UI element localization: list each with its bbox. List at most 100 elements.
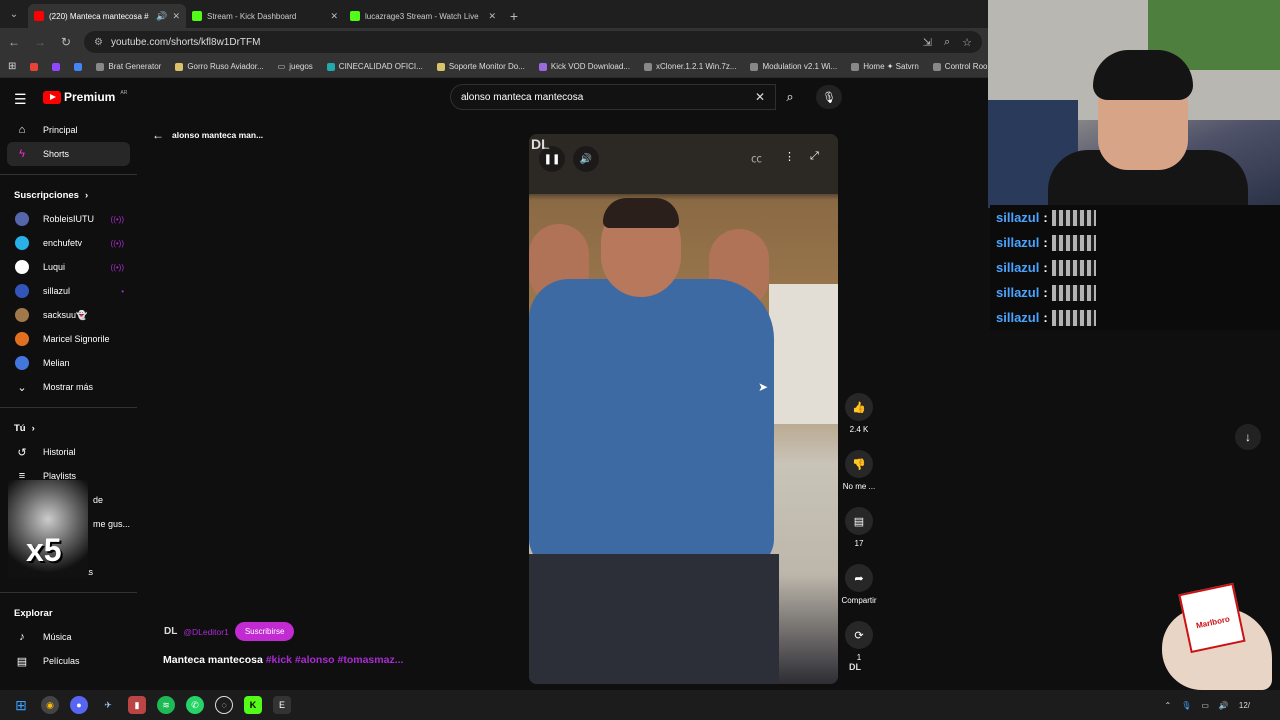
bookmark-item[interactable]: CINECALIDAD OFICI... — [326, 62, 423, 71]
comments-action[interactable]: ▤ 17 — [838, 507, 880, 548]
video-hashtags[interactable]: #kick #alonso #tomasmaz... — [266, 654, 404, 666]
site-info-icon[interactable]: ⚙ — [94, 37, 103, 48]
sidebar-subscription[interactable]: Maricel Signorile — [7, 327, 130, 351]
sidebar-subscription[interactable]: enchufetv ((•)) — [7, 231, 130, 255]
back-label: alonso manteca man... — [172, 130, 264, 140]
steam-icon[interactable]: ✈ — [99, 696, 117, 714]
kick-icon[interactable]: K — [244, 696, 262, 714]
clear-search-icon[interactable]: ✕ — [755, 90, 765, 104]
new-tab-button[interactable]: + — [502, 4, 526, 28]
bookmark-item[interactable]: Control Room — [932, 62, 988, 71]
sound-source-thumbnail[interactable]: DL — [849, 662, 869, 678]
voice-search-button[interactable]: 🎙 — [816, 85, 842, 109]
sidebar-item-history[interactable]: ↺ Historial — [7, 440, 130, 464]
whatsapp-icon[interactable]: ✆ — [186, 696, 204, 714]
show-more-button[interactable]: ⌄ Mostrar más — [7, 375, 130, 399]
video-title[interactable]: Manteca mantecosa #kick #alonso #tomasma… — [163, 654, 403, 666]
tab-youtube[interactable]: (220) Manteca mantecosa # 🔊 ✕ — [28, 4, 186, 28]
bookmark-item[interactable]: Gorro Ruso Aviador... — [175, 62, 264, 71]
volume-button[interactable]: 🔊 — [573, 146, 599, 172]
close-tab-icon[interactable]: ✕ — [172, 11, 180, 22]
bookmark-item[interactable]: Brat Generator — [96, 62, 161, 71]
bookmark-item[interactable]: Soporte Monitor Do... — [436, 62, 525, 71]
bookmark-label: Soporte Monitor Do... — [448, 62, 525, 71]
bookmark-item[interactable]: Kick VOD Download... — [538, 62, 630, 71]
remix-action[interactable]: ⟳ 1 — [838, 621, 880, 662]
captions-icon[interactable]: ㏄ — [751, 150, 762, 166]
sidebar-item-shorts[interactable]: ϟ Shorts — [7, 142, 130, 166]
tray-chevron-icon[interactable]: ⌃ — [1164, 701, 1171, 710]
youtube-premium-logo[interactable]: Premium AR — [43, 90, 127, 104]
apps-grid-icon[interactable]: ⊞ — [8, 61, 16, 72]
sidebar-item-movies[interactable]: ▤ Películas — [7, 649, 130, 673]
speaker-icon[interactable]: 🔊 — [156, 11, 167, 22]
youtube-logo-icon — [43, 90, 61, 104]
sidebar-item-principal[interactable]: ⌂ Principal — [7, 118, 130, 142]
bookmark-label: Kick VOD Download... — [550, 62, 630, 71]
share-action[interactable]: ➦ Compartir — [838, 564, 880, 605]
volume-tray-icon[interactable]: 🔊 — [1219, 701, 1229, 710]
discord-icon[interactable]: ● — [70, 696, 88, 714]
back-to-search[interactable]: ← alonso manteca man... — [152, 128, 263, 142]
app-icon[interactable]: ▮ — [128, 696, 146, 714]
forward-arrow-icon[interactable]: → — [32, 35, 48, 49]
like-action[interactable]: 👍 2.4 K — [838, 393, 880, 434]
reload-icon[interactable]: ↻ — [58, 35, 74, 49]
system-tray: ⌃ 🎙 ▭ 🔊 12/ — [1164, 690, 1250, 720]
install-app-icon[interactable]: ⇲ — [923, 36, 932, 49]
sidebar-subscription[interactable]: sillazul • — [7, 279, 130, 303]
you-header[interactable]: Tú › — [0, 416, 138, 440]
sidebar-subscription[interactable]: Luqui ((•)) — [7, 255, 130, 279]
sidebar-subscription[interactable]: sacksuu👻 — [7, 303, 130, 327]
section-title: Suscripciones — [14, 189, 79, 201]
sidebar-subscription[interactable]: Melian — [7, 351, 130, 375]
bookmark-item[interactable]: Modulation v2.1 Wi... — [750, 62, 837, 71]
back-arrow-icon[interactable]: ← — [6, 35, 22, 49]
close-tab-icon[interactable]: ✕ — [488, 11, 496, 22]
bookmark-gmail[interactable] — [30, 62, 39, 71]
close-tab-icon[interactable]: ✕ — [330, 11, 338, 22]
bookmark-item[interactable]: xCloner.1.2.1 Win.7z... — [644, 62, 736, 71]
search-button[interactable]: ⌕ — [776, 84, 804, 110]
bookmark-drive[interactable] — [74, 62, 83, 71]
bookmark-twitch[interactable] — [52, 62, 61, 71]
bookmark-star-icon[interactable]: ☆ — [962, 36, 972, 49]
bookmark-item[interactable]: Home ✦ Satvrn — [851, 62, 919, 71]
menu-icon[interactable]: ☰ — [14, 91, 27, 108]
sidebar-subscription[interactable]: RobleisIUTU ((•)) — [7, 207, 130, 231]
tab-search-button[interactable]: ⌄ — [0, 0, 28, 28]
subscribe-button[interactable]: Suscribirse — [234, 622, 295, 641]
network-icon[interactable]: ▭ — [1201, 701, 1209, 710]
search-box[interactable]: alonso manteca mantecosa ✕ — [450, 84, 776, 110]
channel-avatar[interactable]: DL — [164, 626, 177, 637]
video-frame-person — [529, 279, 774, 569]
spotify-icon[interactable]: ≋ — [157, 696, 175, 714]
subscriptions-header[interactable]: Suscripciones › — [0, 183, 138, 207]
search-input[interactable]: alonso manteca mantecosa — [461, 92, 755, 103]
windows-start-icon[interactable]: ⊞ — [12, 696, 30, 714]
epic-games-icon[interactable]: E — [273, 696, 291, 714]
dislike-action[interactable]: 👎 No me ... — [838, 450, 880, 491]
bookmark-favicon-icon — [326, 62, 335, 71]
shorts-player[interactable]: DL ❚❚ 🔊 ㏄ ⋮ ⤢ — [529, 134, 838, 684]
more-options-icon[interactable]: ⋮ — [784, 150, 795, 163]
sidebar-item-music[interactable]: ♪ Música — [7, 625, 130, 649]
bookmark-favicon-icon — [175, 62, 184, 71]
tab-kick-dashboard[interactable]: Stream - Kick Dashboard ✕ — [186, 4, 344, 28]
clock[interactable]: 12/ — [1239, 701, 1250, 710]
bookmark-favicon-icon — [644, 62, 652, 71]
fullscreen-icon[interactable]: ⤢ — [810, 150, 819, 163]
chrome-icon[interactable]: ◉ — [41, 696, 59, 714]
bookmark-folder[interactable]: ▭ juegos — [278, 62, 313, 71]
chat-message: sillazul: — [990, 255, 1280, 280]
microphone-tray-icon[interactable]: 🎙 — [1181, 701, 1191, 710]
share-label: Compartir — [841, 596, 877, 605]
obs-icon[interactable]: ◌ — [215, 696, 233, 714]
channel-handle[interactable]: @DLeditor1 — [183, 627, 228, 637]
tab-kick-stream[interactable]: lucazrage3 Stream - Watch Live ✕ — [344, 4, 502, 28]
zoom-icon[interactable]: ⌕ — [944, 36, 950, 49]
pause-button[interactable]: ❚❚ — [539, 146, 565, 172]
address-bar[interactable]: ⚙ youtube.com/shorts/kfl8w1DrTFM ⇲ ⌕ ☆ — [84, 31, 982, 53]
next-short-button[interactable]: ↓ — [1235, 424, 1261, 450]
avatar — [15, 356, 29, 370]
